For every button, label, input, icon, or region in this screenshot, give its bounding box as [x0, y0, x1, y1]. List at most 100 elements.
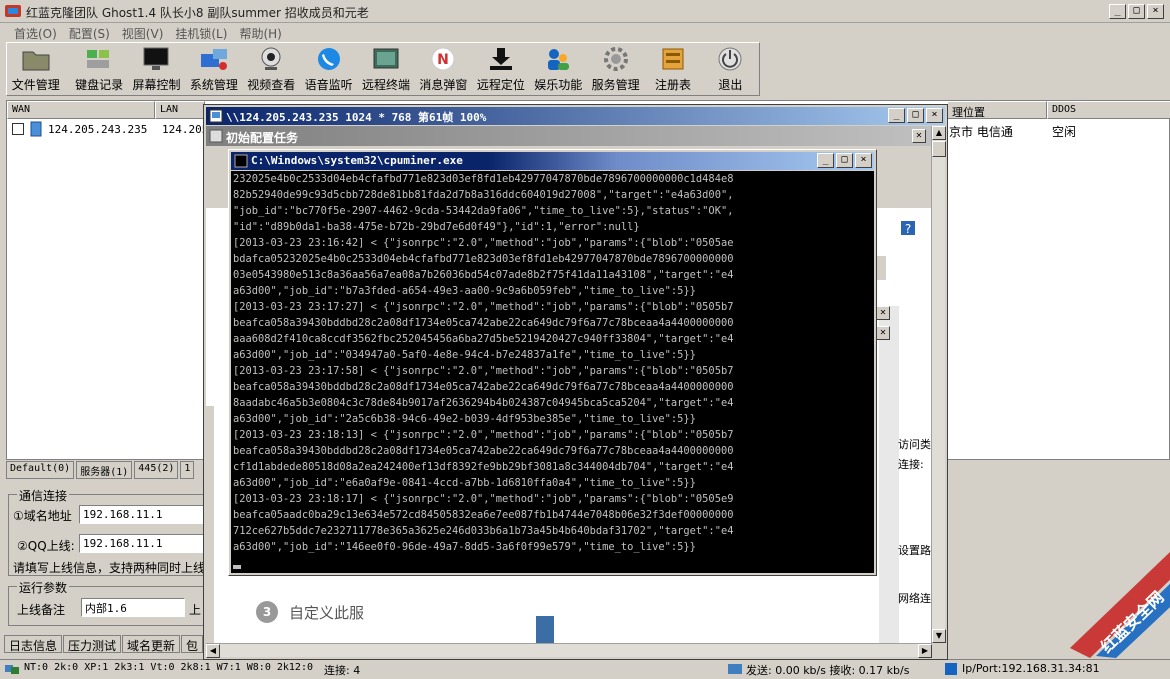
console-line: a63d00","job_id":"e6a0af9e-0841-4ccd-a7b… [233, 477, 696, 489]
remote-locate-button[interactable]: 远程定位 [472, 43, 529, 95]
console-line: aaa608d2f410ca8ccdf3562fbc252045456a6ba2… [233, 333, 734, 345]
menu-preferences[interactable]: 首选(O) [8, 23, 63, 42]
remote-maximize-button[interactable]: □ [907, 108, 924, 123]
remote-title-bar[interactable]: \\124.205.243.235 1024 * 768 第61帧 100% _… [206, 107, 945, 125]
row-checkbox[interactable] [12, 123, 24, 135]
tab-stress-test[interactable]: 压力测试 [63, 635, 122, 653]
os-stats: NT:0 2k:0 XP:1 2k3:1 Vt:0 2k8:1 W7:1 W8:… [24, 662, 313, 673]
file-manager-button[interactable]: 文件管理 [7, 43, 64, 95]
console-line: [2013-03-23 23:17:27] < {"jsonrpc":"2.0"… [233, 301, 734, 313]
tab-other[interactable]: 1 [180, 461, 195, 479]
config-side-panel [879, 306, 899, 643]
column-header-location[interactable]: 理位置 [947, 101, 1047, 119]
console-line: "id":"d89b0da1-ba38-475e-b72b-29bd7e6d0f… [233, 221, 640, 233]
menu-help[interactable]: 帮助(H) [233, 23, 287, 42]
console-output[interactable]: 232025e4b0c2533d04eb4cfafbd771e823d03ef8… [231, 171, 874, 573]
extra-label: 上 [189, 603, 202, 617]
minimize-button[interactable]: _ [1109, 4, 1126, 19]
webcam-icon [256, 45, 286, 73]
remote-close-button[interactable]: × [926, 108, 943, 123]
host-ddos: 空闲 [1052, 125, 1077, 139]
remote-horizontal-scrollbar[interactable]: ◀ ▶ [206, 643, 932, 658]
console-line: beafca058a39430bddbd28c2a08df1734e05ca74… [233, 445, 734, 457]
remote-terminal-button[interactable]: 远程终端 [357, 43, 414, 95]
console-title-bar[interactable]: C:\Windows\system32\cpuminer.exe _ □ × [231, 152, 874, 170]
tab-package[interactable]: 包 [181, 635, 204, 653]
host-location: 京市 电信通 [949, 125, 1013, 139]
menu-bar: 首选(O) 配置(S) 视图(V) 挂机锁(L) 帮助(H) [0, 23, 1170, 42]
console-line: a63d00","job_id":"146ee0f0-96de-49a7-8dd… [233, 541, 696, 553]
tab-logs[interactable]: 日志信息 [4, 635, 63, 653]
runparams-legend: 运行参数 [17, 579, 70, 596]
console-line: a63d00","job_id":"034947a0-5af0-4e8e-94c… [233, 349, 696, 361]
voice-monitor-button[interactable]: 语音监听 [300, 43, 357, 95]
tab-445[interactable]: 445(2) [134, 461, 179, 479]
tab-domain-update[interactable]: 域名更新 [122, 635, 181, 653]
step3-title: 自定义此服 [289, 604, 365, 622]
console-line: beafca058a39430bddbd28c2a08df1734e05ca74… [233, 317, 734, 329]
message-popup-button[interactable]: N 消息弹窗 [415, 43, 472, 95]
column-header-wan[interactable]: WAN [7, 101, 155, 119]
entertainment-button[interactable]: 娱乐功能 [530, 43, 587, 95]
maximize-button[interactable]: □ [1128, 4, 1145, 19]
connect-hint: 请填写上线信息，支持两种同时上线 [13, 561, 206, 575]
console-line: 03e0543980e513c8a36aa56a7ea08a7b26036bd5… [233, 269, 734, 281]
connection-count: 连接: 4 [324, 664, 361, 677]
host-icon [30, 121, 42, 137]
tab-servers[interactable]: 服务器(1) [76, 461, 133, 479]
screen-control-button[interactable]: 屏幕控制 [128, 43, 185, 95]
scroll-down-button[interactable]: ▼ [932, 629, 946, 643]
console-line: "job_id":"bc770f5e-2907-4462-9cda-53442d… [233, 205, 734, 217]
inner-close-button-2[interactable]: ✕ [876, 326, 890, 340]
connect-legend: 通信连接 [17, 487, 70, 504]
console-line: cf1d1abdede80518d08a2ea242400ef13df8392f… [233, 461, 734, 473]
exit-button[interactable]: 退出 [702, 43, 759, 95]
console-close-button[interactable]: × [855, 153, 872, 168]
tab-default[interactable]: Default(0) [6, 461, 75, 479]
console-maximize-button[interactable]: □ [836, 153, 853, 168]
column-header-ddos[interactable]: DDOS [1047, 101, 1170, 119]
phone-icon [314, 45, 344, 73]
keylogger-button[interactable]: 键盘记录 [70, 43, 127, 95]
console-line: 232025e4b0c2533d04eb4cfafbd771e823d03ef8… [233, 173, 734, 185]
side-text-connect: 连接: [898, 458, 924, 471]
scroll-thumb[interactable] [932, 141, 946, 157]
column-header-lan[interactable]: LAN [155, 101, 205, 119]
console-line: bdafca05232025e4b0c2533d04eb4cfafbd771e8… [233, 253, 734, 265]
close-button[interactable]: × [1147, 4, 1164, 19]
connect-group: 通信连接 ①域名地址 ②QQ上线: 请填写上线信息，支持两种同时上线 [8, 487, 208, 576]
console-minimize-button[interactable]: _ [817, 153, 834, 168]
scroll-right-button[interactable]: ▶ [918, 644, 932, 658]
remote-vertical-scrollbar[interactable]: ▲ ▼ [931, 126, 946, 643]
runparams-group: 运行参数 上线备注 上 [8, 579, 208, 626]
qq-label: ②QQ上线: [17, 539, 75, 553]
cpuminer-console-window[interactable]: C:\Windows\system32\cpuminer.exe _ □ × 2… [228, 149, 877, 576]
system-manager-button[interactable]: 系统管理 [185, 43, 242, 95]
remote-minimize-button[interactable]: _ [888, 108, 905, 123]
config-close-button[interactable]: ✕ [912, 129, 926, 143]
remark-input[interactable] [81, 598, 185, 617]
menu-lock[interactable]: 挂机锁(L) [169, 23, 233, 42]
registry-button[interactable]: 注册表 [644, 43, 701, 95]
webcam-button[interactable]: 视频查看 [243, 43, 300, 95]
users-icon [543, 45, 573, 73]
computer-icon [199, 45, 229, 73]
title-bar[interactable]: 红蓝克隆团队 Ghost1.4 队长小8 副队summer 招收成员和元老 _ … [0, 0, 1170, 23]
menu-config[interactable]: 配置(S) [63, 23, 116, 42]
qq-input[interactable] [79, 534, 207, 553]
inner-close-button-1[interactable]: ✕ [876, 306, 890, 320]
domain-input[interactable] [79, 505, 207, 524]
scroll-left-button[interactable]: ◀ [206, 644, 220, 658]
network-icon [5, 665, 19, 674]
speed-readout: 发送: 0.00 kb/s 接收: 0.17 kb/s [746, 664, 910, 677]
console-line: 712ce627b5ddc7e232711778e365a3625e246d03… [233, 525, 734, 537]
console-line: beafca058a39430bddbd28c2a08df1734e05ca74… [233, 381, 734, 393]
config-task-title-bar[interactable]: 初始配置任务 ✕ [206, 126, 932, 146]
host-lan: 124.205 [162, 123, 209, 136]
toolbar: 文件管理 键盘记录 屏幕控制 系统管理 视频查看 语音监听 远程终端 N 消息弹… [6, 42, 760, 96]
terminal-icon [371, 45, 401, 73]
service-manager-button[interactable]: 服务管理 [587, 43, 644, 95]
scroll-up-button[interactable]: ▲ [932, 126, 946, 140]
console-cursor [233, 565, 241, 569]
menu-view[interactable]: 视图(V) [116, 23, 170, 42]
